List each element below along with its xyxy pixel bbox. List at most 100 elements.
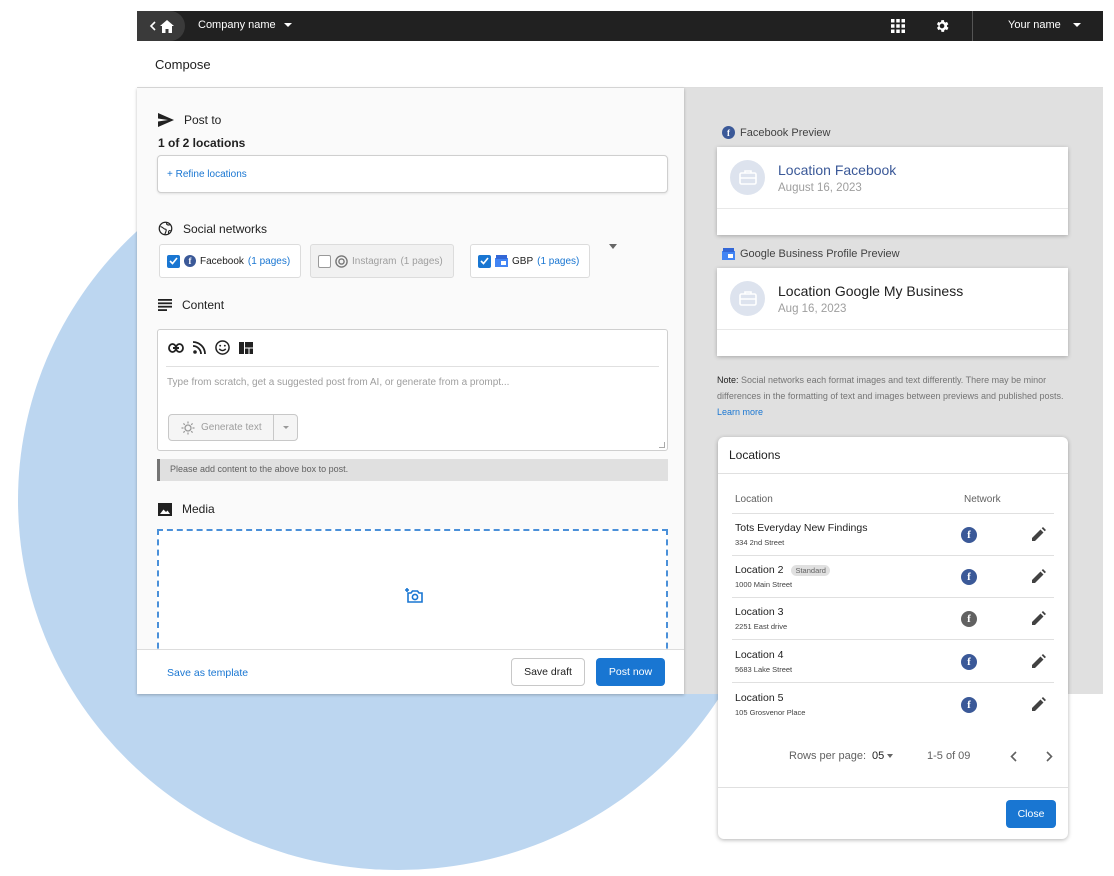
refine-locations-field[interactable]: + Refine locations xyxy=(157,155,668,193)
facebook-preview-date: August 16, 2023 xyxy=(778,182,862,194)
chip-facebook[interactable]: f Facebook (1 pages) xyxy=(159,244,302,278)
checkbox-checked-icon[interactable] xyxy=(478,254,491,268)
chevron-down-icon[interactable] xyxy=(609,244,617,249)
rows-per-page-label: Rows per page: xyxy=(789,750,867,762)
topbar-divider xyxy=(972,11,973,41)
gear-icon[interactable] xyxy=(934,18,950,34)
save-as-template-link[interactable]: Save as template xyxy=(167,667,248,679)
social-networks-section-title: Social networks xyxy=(158,221,267,236)
chevron-left-icon[interactable] xyxy=(1010,751,1017,762)
refine-locations-link[interactable]: + Refine locations xyxy=(167,169,247,180)
facebook-preview-label: Facebook Preview xyxy=(740,126,831,139)
note-prefix: Note: xyxy=(717,375,739,385)
location-name: Tots Everyday New Findings xyxy=(735,522,867,534)
standard-badge: Standard xyxy=(791,564,830,576)
table-row: Location 5 105 Grosvenor Place f xyxy=(732,684,1054,726)
location-address: 5683 Lake Street xyxy=(735,665,793,674)
edit-pencil-icon[interactable] xyxy=(1032,527,1046,541)
chevron-down-icon[interactable] xyxy=(274,426,297,429)
facebook-preview-name: Location Facebook xyxy=(778,162,897,178)
location-address: 2251 East drive xyxy=(735,622,788,631)
chip-instagram[interactable]: Instagram (1 pages) xyxy=(310,244,454,278)
close-button[interactable]: Close xyxy=(1006,800,1056,828)
page-title: Compose xyxy=(155,57,211,72)
template-icon[interactable] xyxy=(239,341,253,354)
facebook-preview-card: Location Facebook August 16, 2023 xyxy=(717,147,1068,235)
learn-more-link[interactable]: Learn more xyxy=(717,407,763,417)
rss-icon[interactable] xyxy=(193,341,206,354)
locations-summary: 1 of 2 locations xyxy=(158,136,246,150)
chip-facebook-name: Facebook xyxy=(200,255,244,267)
content-label: Content xyxy=(182,298,225,312)
content-editor[interactable]: Type from scratch, get a suggested post … xyxy=(157,329,668,451)
chevron-down-icon xyxy=(283,23,292,27)
link-icon[interactable] xyxy=(168,342,184,353)
edit-pencil-icon[interactable] xyxy=(1032,569,1046,583)
compose-form: Post to 1 of 2 locations + Refine locati… xyxy=(137,88,684,694)
globe-icon xyxy=(158,221,173,236)
edit-pencil-icon[interactable] xyxy=(1032,697,1046,711)
chip-gbp[interactable]: GBP (1 pages) xyxy=(470,244,591,278)
chip-instagram-name: Instagram xyxy=(352,255,397,267)
location-name: Location 3 xyxy=(735,606,783,618)
dialog-divider xyxy=(718,473,1068,474)
home-icon xyxy=(159,19,174,33)
apps-grid-icon[interactable] xyxy=(891,19,905,33)
company-name: Company name xyxy=(198,19,276,31)
location-name-text: Location 4 xyxy=(735,649,784,661)
media-dropzone[interactable] xyxy=(157,529,668,659)
generate-text-main[interactable]: Generate text xyxy=(169,415,274,440)
briefcase-icon xyxy=(730,160,765,195)
compose-footer: Save as template Save draft Post now xyxy=(137,649,684,694)
generate-text-button[interactable]: Generate text xyxy=(168,414,298,441)
location-name-text: Location 2 xyxy=(735,564,784,576)
google-business-icon xyxy=(495,255,508,267)
chip-gbp-name: GBP xyxy=(512,255,534,267)
company-switcher[interactable]: Company name xyxy=(198,19,292,31)
table-row: Location 4 5683 Lake Street f xyxy=(732,641,1054,683)
location-address: 105 Grosvenor Place xyxy=(735,708,806,717)
checkbox-unchecked-icon[interactable] xyxy=(318,254,331,268)
save-draft-button[interactable]: Save draft xyxy=(511,658,585,686)
facebook-icon: f xyxy=(961,569,977,585)
chevron-down-icon xyxy=(887,754,894,758)
user-name: Your name xyxy=(1008,19,1061,31)
card-divider xyxy=(717,208,1068,209)
post-to-label: Post to xyxy=(184,113,222,127)
resize-handle[interactable] xyxy=(659,442,665,448)
content-section-title: Content xyxy=(158,298,224,312)
table-row: Tots Everyday New Findings 334 2nd Stree… xyxy=(732,514,1054,556)
checkbox-checked-icon[interactable] xyxy=(167,254,180,268)
edit-pencil-icon[interactable] xyxy=(1032,611,1046,625)
chip-facebook-pages: (1 pages) xyxy=(247,255,291,267)
chevron-right-icon[interactable] xyxy=(1046,751,1053,762)
emoji-icon[interactable] xyxy=(215,340,230,355)
compose-header: Compose xyxy=(137,41,1103,88)
location-name-text: Tots Everyday New Findings xyxy=(735,522,868,534)
location-name: Location 4 xyxy=(735,649,783,661)
note-text: Social networks each format images and t… xyxy=(717,375,1064,401)
image-icon xyxy=(158,502,172,516)
instagram-icon xyxy=(335,254,348,268)
rows-per-page-select[interactable]: 05 xyxy=(872,750,894,762)
preview-note: Note: Social networks each format images… xyxy=(717,372,1067,420)
location-address: 334 2nd Street xyxy=(735,538,785,547)
top-bar: Company name Your name xyxy=(137,11,1103,41)
social-networks-label: Social networks xyxy=(183,221,268,236)
rows-per-page: Rows per page: 05 xyxy=(789,750,894,762)
facebook-preview-heading: f Facebook Preview xyxy=(722,126,831,139)
notes-icon xyxy=(158,299,172,311)
user-menu[interactable]: Your name xyxy=(1008,19,1081,31)
post-now-button[interactable]: Post now xyxy=(596,658,665,686)
back-home-button[interactable] xyxy=(137,11,185,41)
gbp-preview-card: Location Google My Business Aug 16, 2023 xyxy=(717,268,1068,356)
locations-dialog: Locations Location Network Tots Everyday… xyxy=(718,437,1068,839)
location-name: Location 2 Standard xyxy=(735,564,830,576)
location-name-text: Location 5 xyxy=(735,692,784,704)
media-section-title: Media xyxy=(158,502,215,516)
add-photo-icon[interactable] xyxy=(405,587,423,603)
google-business-icon xyxy=(722,248,735,260)
edit-pencil-icon[interactable] xyxy=(1032,654,1046,668)
briefcase-icon xyxy=(730,281,765,316)
post-to-section-title: Post to xyxy=(158,113,221,127)
